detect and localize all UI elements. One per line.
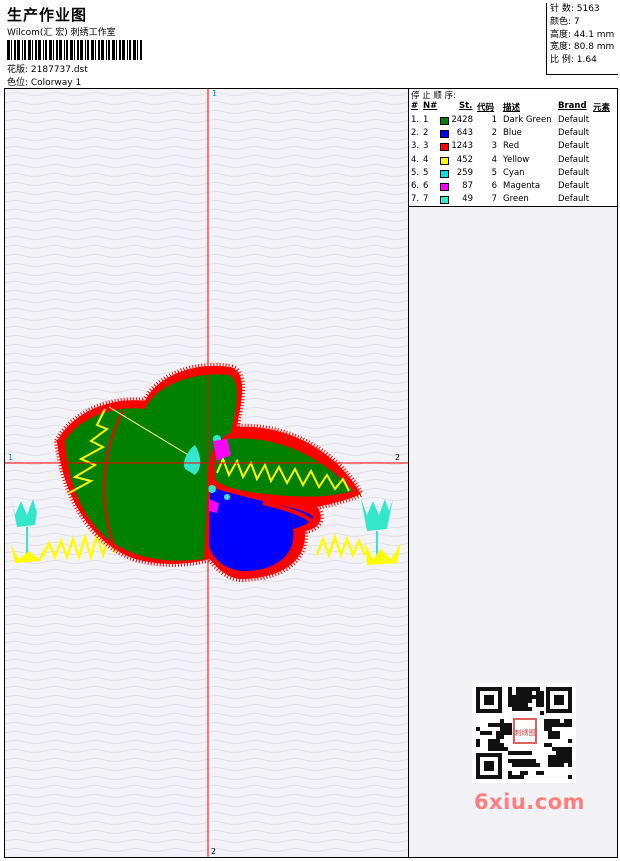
legend-cell-n: 2 [423,128,429,139]
legend-header-element: 元素 [593,103,611,113]
legend-cell-stitches: 643 [456,128,473,139]
axis-label-bottom: 2 [211,847,217,856]
legend-caption: 停 止 顺 序: [411,91,456,101]
legend-header-code: 代码 [477,103,495,113]
legend-cell-code: 7 [491,194,497,205]
legend-cell-code: 3 [491,141,497,152]
legend-header-n: N# [423,101,438,111]
file-info: 花版: 2187737.dst 色位: Colorway 1 [7,64,88,90]
legend-cell-stitches: 49 [462,194,473,205]
axis-label-right: 2 [395,453,401,462]
legend-cell-brand: Default [558,115,590,125]
stat-scale: 比 例: 1.64 [550,55,597,66]
legend-cell-stitches: 1243 [451,141,473,152]
legend-cell-n: 6 [423,181,429,191]
thread-color-swatch [440,196,449,205]
site-watermark: 6xiu.com [474,790,586,814]
legend-cell-desc: Cyan [503,167,525,178]
legend-cell-n: 5 [423,167,429,178]
thread-color-swatch [440,130,449,139]
legend-cell-desc: Blue [503,128,522,139]
thread-color-swatch [440,143,449,152]
legend-row: 2. 2 643 2 Blue Default [409,128,617,141]
legend-cell-num: 1. [411,115,420,125]
legend-cell-desc: Magenta [503,181,541,191]
legend-cell-brand: Default [558,181,590,191]
legend-cell-brand: Default [558,154,590,165]
design-stats: 针 数: 5163 颜色: 7 高度: 44.1 mm 宽度: 80.8 mm … [546,3,618,75]
legend-cell-n: 7 [423,194,429,205]
qr-code-image: 刺绣图 [472,683,576,783]
legend-cell-desc: Green [503,194,529,205]
legend-header-desc: 描述 [503,103,521,113]
stat-color-count: 颜色: 7 [550,16,580,27]
axis-label-left: 1 [8,453,14,462]
thread-color-swatch [440,183,449,191]
legend-cell-desc: Yellow [503,154,530,165]
legend-cell-code: 6 [491,181,497,191]
legend-cell-num: 7. [411,194,420,205]
legend-cell-num: 3. [411,141,420,152]
design-preview [5,89,408,857]
legend-row: 3. 3 1243 3 Red Default [409,141,617,154]
legend-cell-code: 4 [491,154,497,165]
sheet-title: 生产作业图 [7,6,88,24]
stat-width: 宽度: 80.8 mm [550,42,615,53]
legend-header-stitches: St. [459,101,473,111]
legend-cell-code: 1 [491,115,497,125]
legend-cell-n: 1 [423,115,429,125]
legend-cell-n: 4 [423,154,429,165]
svg-text:刺绣图: 刺绣图 [515,728,536,737]
legend-header-brand: Brand [558,101,587,111]
legend-cell-stitches: 87 [462,181,473,191]
legend-cell-num: 5. [411,167,420,178]
legend-header-num: # [411,101,419,111]
legend-row: 6. 6 87 6 Magenta Default [409,181,617,194]
stat-stitch-count: 针 数: 5163 [550,4,600,14]
legend-cell-brand: Default [558,128,590,139]
legend-row: 7. 7 49 7 Green Default [409,194,617,207]
legend-cell-num: 2. [411,128,420,139]
sheet-header: 生产作业图 Wilcom(汇 宏) 刺绣工作室 花版: 2187737.dst … [4,3,618,89]
thread-color-swatch [440,117,449,125]
legend-cell-stitches: 259 [456,167,473,178]
legend-cell-desc: Red [503,141,520,152]
production-sheet: 生产作业图 Wilcom(汇 宏) 刺绣工作室 花版: 2187737.dst … [0,0,620,861]
company-name: Wilcom(汇 宏) 刺绣工作室 [7,28,116,38]
legend-cell-brand: Default [558,141,590,152]
barcode-image [7,40,142,60]
legend-row: 5. 5 259 5 Cyan Default [409,168,617,181]
legend-cell-num: 6. [411,181,420,191]
legend-cell-code: 2 [491,128,497,139]
axis-label-top: 1 [212,89,218,98]
legend-cell-brand: Default [558,194,590,205]
color-stop-legend: 停 止 顺 序: # N# St. 代码 描述 Brand 元素 1. 1 2428… [409,89,617,207]
legend-row: 4. 4 452 4 Yellow Default [409,155,617,168]
design-canvas[interactable]: 1 2 1 2 [5,89,408,857]
legend-cell-num: 4. [411,154,420,165]
legend-row: 1. 1 2428 1 Dark Green Default [409,115,617,128]
design-file-label: 花版: 2187737.dst [7,65,88,75]
legend-cell-stitches: 452 [456,154,473,165]
legend-cell-brand: Default [558,167,590,178]
stat-height: 高度: 44.1 mm [550,29,615,40]
legend-header-row: # N# St. 代码 描述 Brand 元素 [409,101,617,114]
legend-cell-stitches: 2428 [451,115,473,125]
legend-cell-desc: Dark Green [503,115,552,125]
thread-color-swatch [440,156,449,165]
thread-color-swatch [440,169,449,178]
legend-cell-n: 3 [423,141,429,152]
legend-cell-code: 5 [491,167,497,178]
